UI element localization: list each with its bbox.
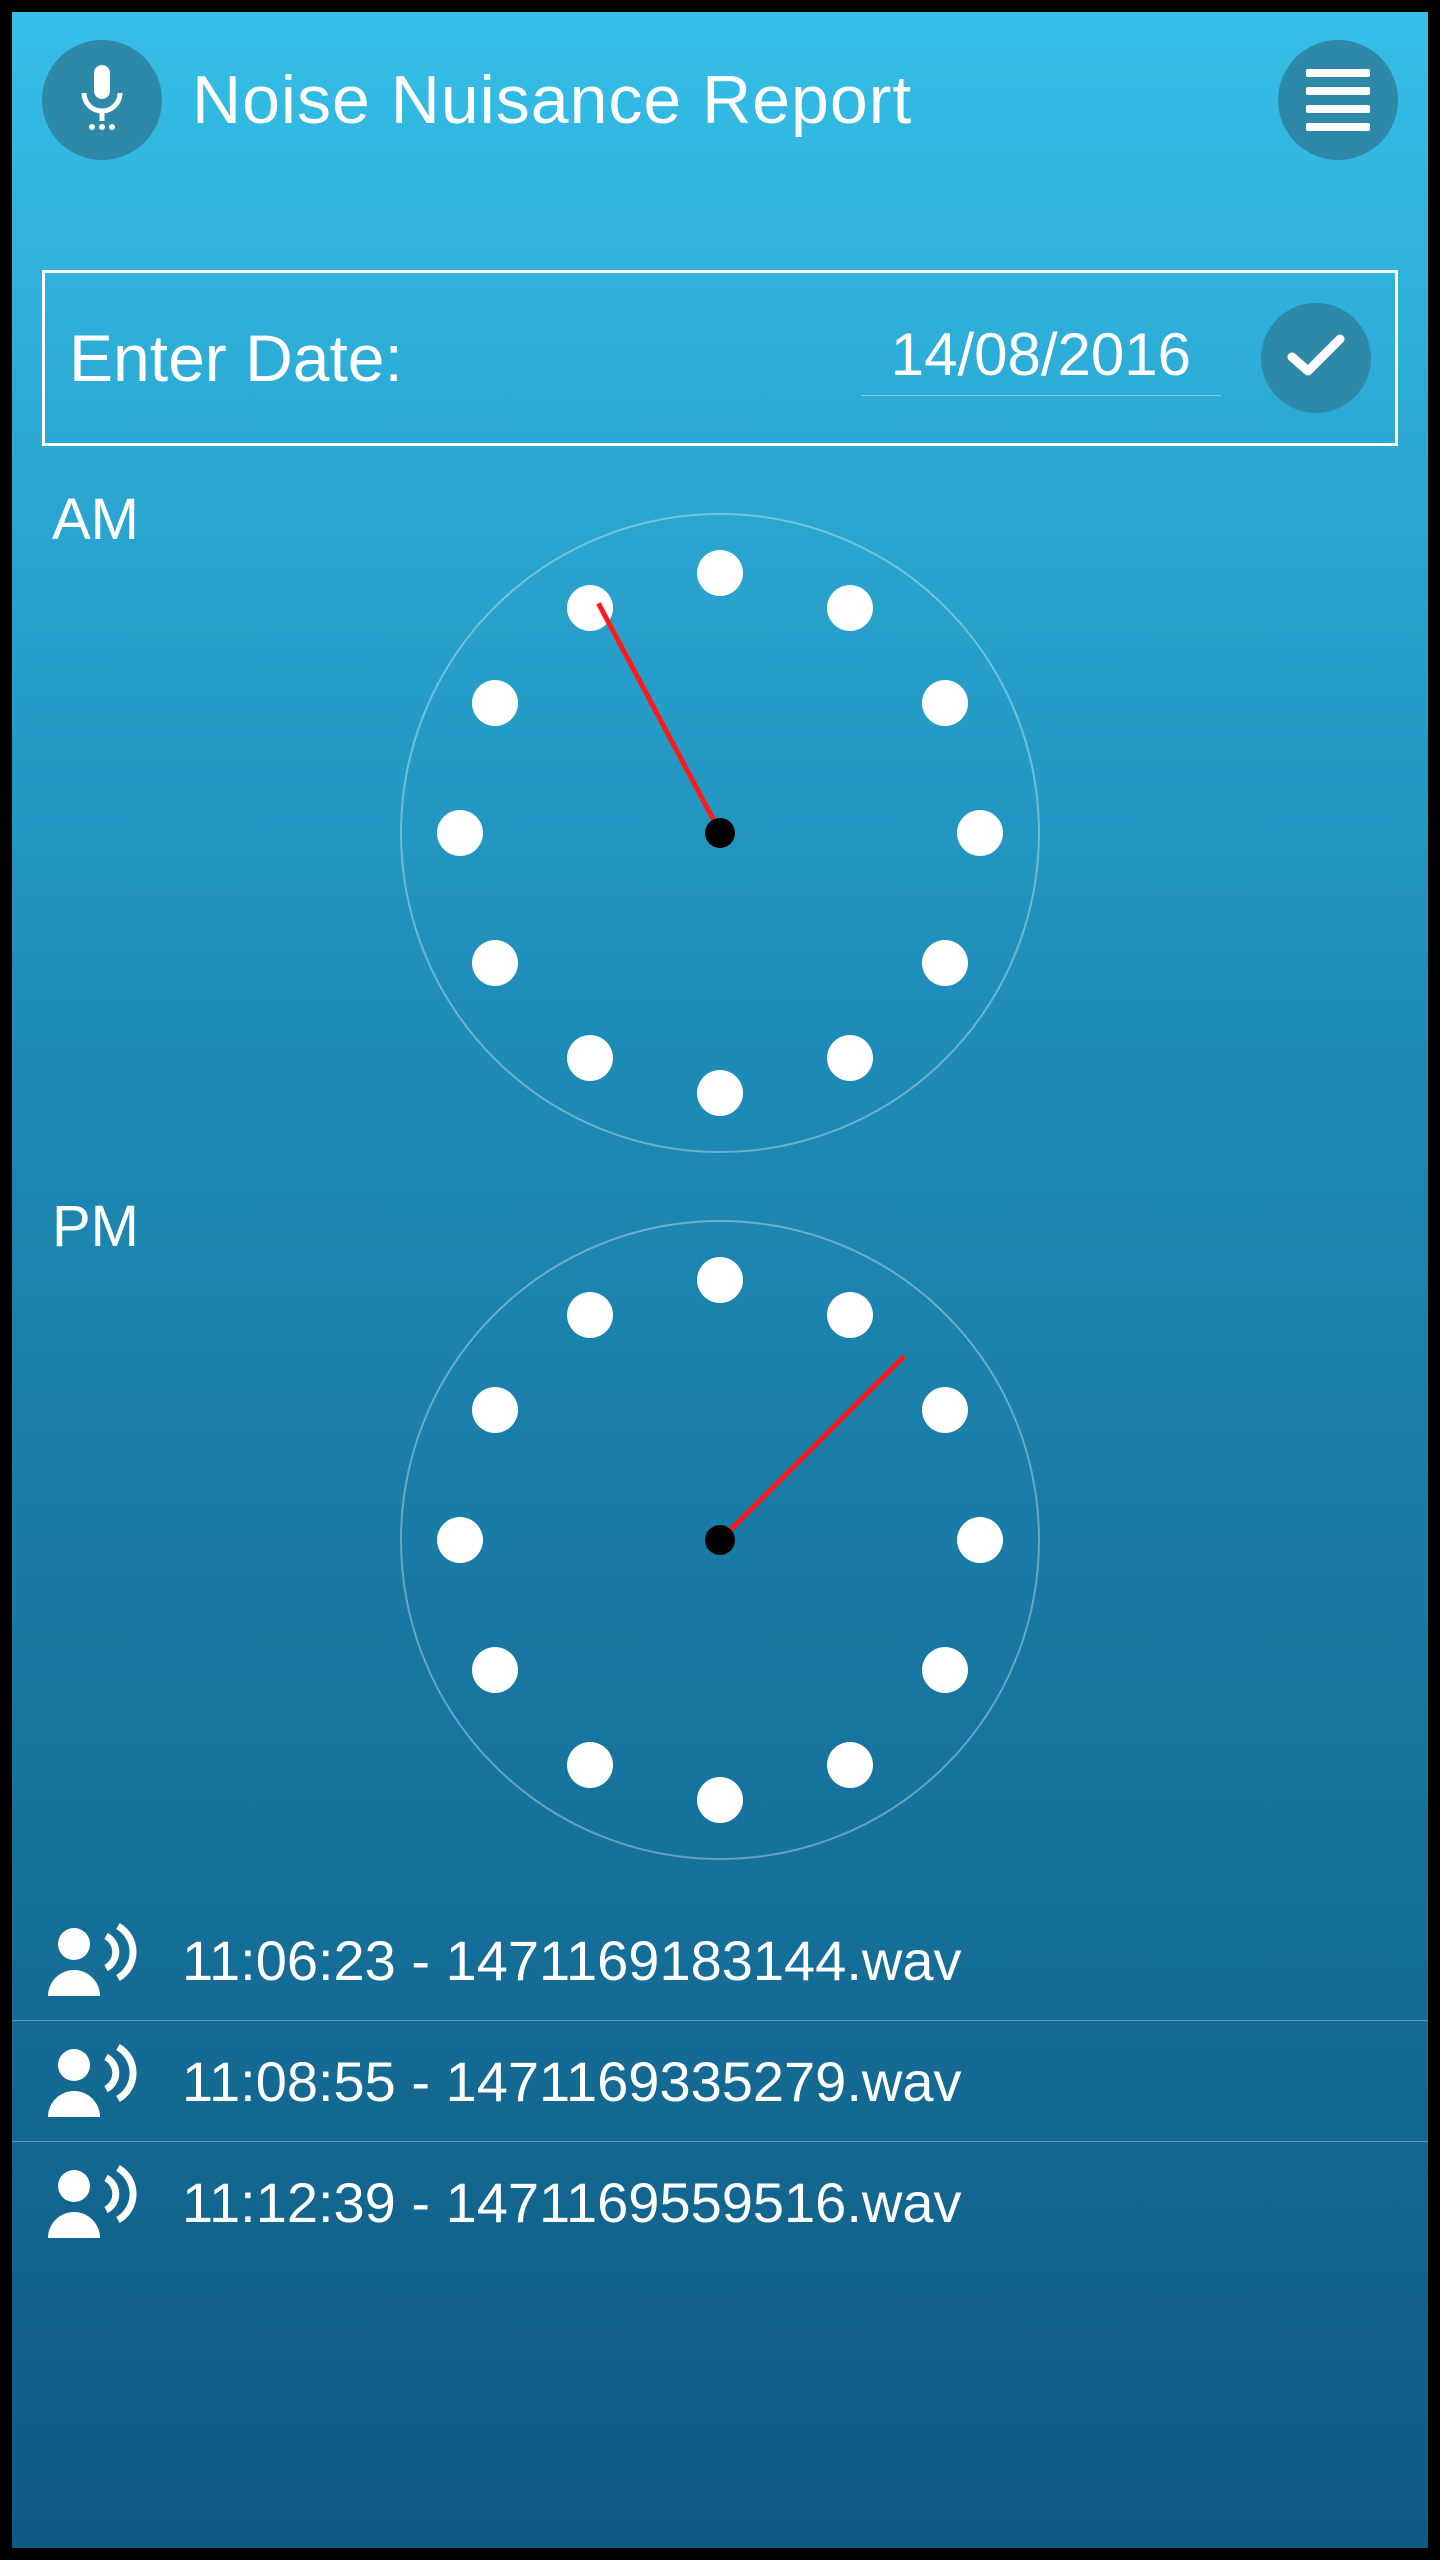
recording-text: 11:12:39 - 1471169559516.wav — [182, 2170, 961, 2235]
hour-dot — [922, 680, 968, 726]
pm-clock[interactable] — [400, 1220, 1040, 1860]
recording-text: 11:08:55 - 1471169335279.wav — [182, 2049, 961, 2114]
mic-button[interactable] — [42, 40, 162, 160]
menu-button[interactable] — [1278, 40, 1398, 160]
hour-dot — [697, 1257, 743, 1303]
hour-dot — [827, 1292, 873, 1338]
mic-icon — [72, 63, 132, 138]
recordings-list: 11:06:23 - 1471169183144.wav 11:08:55 - … — [12, 1900, 1428, 2262]
hour-dot — [922, 940, 968, 986]
hour-dot — [567, 1292, 613, 1338]
am-clock[interactable] — [400, 513, 1040, 1153]
hour-dot — [957, 1517, 1003, 1563]
clock-center — [705, 818, 735, 848]
date-field[interactable]: 14/08/2016 — [861, 320, 1221, 396]
hour-dot — [922, 1647, 968, 1693]
hour-dot — [472, 1387, 518, 1433]
hour-dot — [437, 810, 483, 856]
recording-item[interactable]: 11:12:39 - 1471169559516.wav — [12, 2142, 1428, 2262]
hour-dot — [472, 1647, 518, 1693]
hour-dot — [567, 1035, 613, 1081]
hour-dot — [697, 1777, 743, 1823]
check-icon — [1286, 331, 1346, 386]
hour-dot — [437, 1517, 483, 1563]
date-input-row: Enter Date: 14/08/2016 — [42, 270, 1398, 446]
recording-item[interactable]: 11:08:55 - 1471169335279.wav — [12, 2021, 1428, 2142]
recording-text: 11:06:23 - 1471169183144.wav — [182, 1928, 961, 1993]
hour-dot — [827, 585, 873, 631]
hour-dot — [697, 1070, 743, 1116]
clock-center — [705, 1525, 735, 1555]
hour-dot — [957, 810, 1003, 856]
hour-dot — [827, 1742, 873, 1788]
recording-item[interactable]: 11:06:23 - 1471169183144.wav — [12, 1900, 1428, 2021]
hour-dot — [567, 1742, 613, 1788]
person-speaking-icon — [42, 2162, 152, 2242]
date-label: Enter Date: — [69, 320, 403, 396]
confirm-date-button[interactable] — [1261, 303, 1371, 413]
page-title: Noise Nuisance Report — [192, 61, 1278, 139]
hour-dot — [697, 550, 743, 596]
hour-dot — [472, 680, 518, 726]
hour-dot — [472, 940, 518, 986]
hour-dot — [922, 1387, 968, 1433]
app-header: Noise Nuisance Report — [12, 12, 1428, 180]
hour-dot — [827, 1035, 873, 1081]
person-speaking-icon — [42, 1920, 152, 2000]
hamburger-icon — [1306, 69, 1370, 77]
person-speaking-icon — [42, 2041, 152, 2121]
